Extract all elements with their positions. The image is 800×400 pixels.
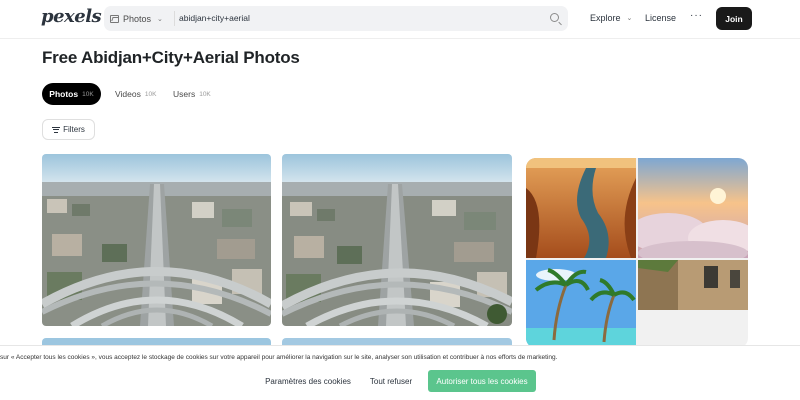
tab-videos[interactable]: Videos 10K — [115, 83, 156, 105]
search-input[interactable]: abidjan+city+aerial — [179, 6, 250, 31]
cookie-banner: sur « Accepter tous les cookies », vous … — [0, 345, 800, 400]
chevron-down-icon: ⌄ — [157, 15, 163, 23]
filters-button[interactable]: Filters — [42, 119, 95, 140]
search-bar[interactable]: Photos ⌄ abidjan+city+aerial — [104, 6, 568, 31]
collection-tile-building — [638, 260, 748, 310]
image-icon — [110, 14, 119, 23]
header-divider — [0, 38, 800, 39]
search-icon[interactable] — [550, 13, 559, 22]
more-menu-icon[interactable]: ··· — [690, 10, 703, 21]
accept-all-cookies-button[interactable]: Autoriser tous les cookies — [428, 370, 536, 392]
nav-explore-label: Explore — [590, 13, 621, 23]
tab-users[interactable]: Users 10K — [173, 83, 211, 105]
aerial-city-photo — [42, 154, 271, 326]
filter-icon — [52, 126, 61, 133]
page-title: Free Abidjan+City+Aerial Photos — [42, 48, 300, 67]
collection-tile-river — [526, 158, 636, 258]
cookie-banner-text: sur « Accepter tous les cookies », vous … — [0, 354, 558, 361]
tab-users-count: 10K — [199, 90, 211, 98]
pexels-logo[interactable]: pexels — [41, 6, 102, 27]
search-divider — [174, 11, 175, 26]
aerial-city-photo — [282, 154, 512, 326]
nav-explore[interactable]: Explore ⌄ — [590, 13, 632, 23]
chevron-down-icon: ⌄ — [626, 15, 633, 22]
tab-videos-label: Videos — [115, 89, 141, 99]
refuse-all-button[interactable]: Tout refuser — [364, 370, 418, 392]
join-button[interactable]: Join — [716, 7, 752, 30]
tab-users-label: Users — [173, 89, 196, 99]
cookie-settings-button[interactable]: Paramètres des cookies — [262, 370, 354, 392]
top-header: pexels Photos ⌄ abidjan+city+aerial Expl… — [0, 0, 800, 38]
tab-photos-count: 10K — [82, 90, 94, 98]
photo-card[interactable] — [42, 154, 271, 326]
collection-card[interactable] — [526, 158, 748, 348]
tab-photos[interactable]: Photos 10K — [42, 83, 101, 105]
photo-card[interactable] — [282, 154, 512, 326]
collection-tile-clouds — [638, 158, 748, 258]
filters-label: Filters — [63, 125, 85, 134]
tab-videos-count: 10K — [144, 90, 157, 98]
search-type-dropdown[interactable]: Photos ⌄ — [110, 9, 172, 28]
search-type-label: Photos — [123, 13, 152, 24]
nav-license[interactable]: License — [645, 13, 676, 23]
tab-photos-label: Photos — [49, 89, 79, 99]
collection-tile-palms — [526, 260, 636, 348]
